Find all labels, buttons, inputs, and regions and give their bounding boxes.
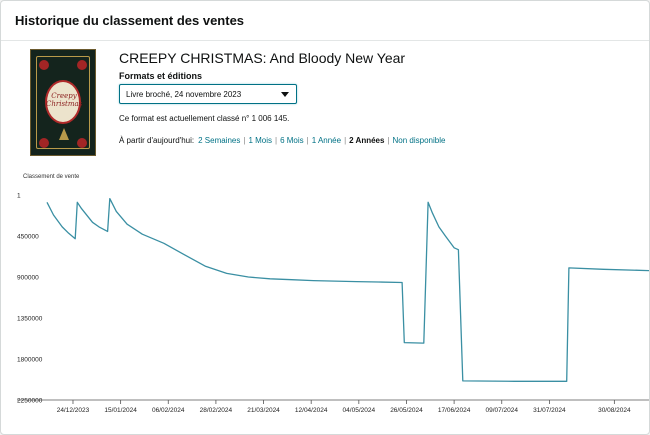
x-tick-label: 12/04/2024 <box>295 407 328 414</box>
x-tick-label: 26/05/2024 <box>390 407 423 414</box>
x-tick-label: 04/05/2024 <box>343 407 376 414</box>
x-tick-label: 09/07/2024 <box>485 407 518 414</box>
x-tick-label: 30/08/2024 <box>598 407 631 414</box>
sales-rank-line <box>46 197 649 382</box>
x-tick-label: 24/12/2023 <box>57 407 90 414</box>
x-tick-label: 31/07/2024 <box>533 407 566 414</box>
x-tick-label: 06/02/2024 <box>152 407 185 414</box>
x-tick-label: 15/01/2024 <box>104 407 137 414</box>
x-tick-label: 28/02/2024 <box>200 407 233 414</box>
x-axis-ticks: 24/12/2023 15/01/2024 06/02/2024 28/02/2024… <box>57 400 631 414</box>
y-tick-label: 1350000 <box>17 315 43 322</box>
x-tick-label: 17/06/2024 <box>438 407 471 414</box>
y-axis-ticks: 1 450000 900000 1350000 1800000 2250000 <box>17 193 43 405</box>
y-tick-label: 2250000 <box>17 398 43 405</box>
y-tick-label: 1 <box>17 193 21 200</box>
x-tick-label: 21/03/2024 <box>247 407 280 414</box>
y-tick-label: 900000 <box>17 274 39 281</box>
y-tick-label: 1800000 <box>17 356 43 363</box>
sales-rank-chart: 1 450000 900000 1350000 1800000 2250000 24/12… <box>17 193 649 414</box>
sales-rank-history-panel: Historique du classement des ventes Cree… <box>0 0 650 435</box>
y-tick-label: 450000 <box>17 233 39 240</box>
